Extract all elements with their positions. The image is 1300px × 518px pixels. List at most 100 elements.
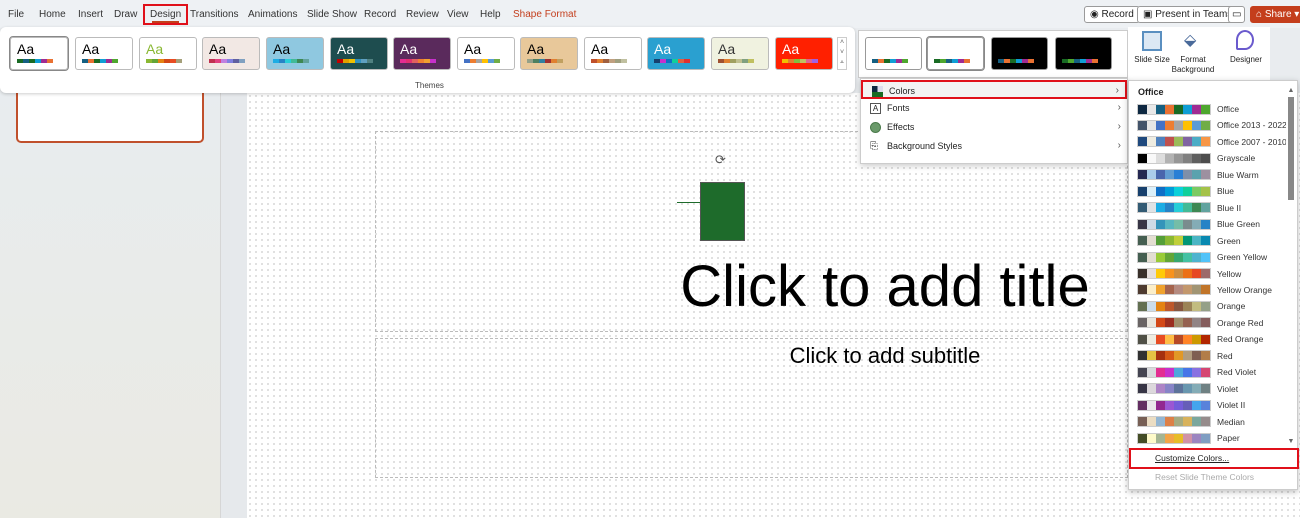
color-palette-option[interactable]: Yellow Orange (1137, 284, 1272, 296)
tab-review[interactable]: Review (406, 9, 439, 20)
color-palette-option[interactable]: Blue (1137, 185, 1234, 197)
more-icon[interactable]: ⩡ (840, 59, 844, 66)
palette-name: Median (1217, 416, 1245, 427)
color-palette-option[interactable]: Office 2007 - 2010 (1137, 136, 1287, 148)
palette-swatches (1137, 366, 1211, 378)
menu-item-effects[interactable]: Effects › (861, 118, 1127, 137)
color-palette-option[interactable]: Red (1137, 350, 1233, 362)
designer-button[interactable]: Designer (1224, 55, 1268, 64)
tab-help[interactable]: Help (480, 9, 501, 20)
palette-name: Yellow (1217, 268, 1242, 279)
menu-item-background-styles[interactable]: ⎘ Background Styles › (861, 137, 1127, 156)
palette-swatches (1137, 185, 1211, 197)
color-palette-option[interactable]: Grayscale (1137, 152, 1255, 164)
tab-insert[interactable]: Insert (78, 9, 103, 20)
pane-divider[interactable] (220, 93, 247, 518)
scroll-down-icon[interactable]: ˅ (840, 49, 844, 56)
chevron-right-icon: › (1117, 140, 1121, 151)
scroll-up-icon[interactable]: ▲ (1286, 87, 1296, 94)
share-button[interactable]: ⌂ Share ▾ (1250, 6, 1300, 23)
slide-thumbnail-1[interactable] (16, 85, 204, 143)
tab-draw[interactable]: Draw (114, 9, 137, 20)
color-palette-option[interactable]: Green Yellow (1137, 251, 1267, 263)
tab-view[interactable]: View (447, 9, 469, 20)
color-palette-option[interactable]: Office 2013 - 2022 (1137, 119, 1287, 131)
variant-swatches (872, 59, 908, 63)
color-palette-option[interactable]: Office (1137, 103, 1239, 115)
fonts-icon: A (870, 103, 881, 114)
slide-size-button[interactable]: Slide Size (1134, 55, 1170, 65)
format-background-button[interactable]: Format Background (1170, 55, 1216, 75)
theme-thumbnail[interactable]: Aa (139, 37, 197, 70)
tab-record[interactable]: Record (364, 9, 396, 20)
theme-sample-text: Aa (464, 41, 482, 57)
palette-name: Red Orange (1217, 334, 1264, 345)
gallery-scrollbar[interactable]: ▲ ▼ (1286, 87, 1296, 445)
theme-thumbnail[interactable]: Aa (775, 37, 833, 70)
scroll-up-icon[interactable]: ˄ (840, 39, 844, 46)
variant-thumbnail[interactable] (926, 36, 985, 71)
present-in-teams-button[interactable]: ▣ Present in Teams (1137, 6, 1239, 23)
theme-swatches (782, 59, 818, 63)
themes-scroll[interactable]: ˄ ˅ ⩡ (837, 37, 847, 70)
slide-size-icon (1142, 31, 1162, 51)
color-palette-option[interactable]: Orange Red (1137, 317, 1263, 329)
color-palette-option[interactable]: Blue II (1137, 202, 1241, 214)
color-palette-option[interactable]: Green (1137, 235, 1241, 247)
variant-thumbnail[interactable] (991, 37, 1048, 70)
rotate-handle-icon[interactable]: ⟳ (715, 152, 726, 168)
color-palette-option[interactable]: Yellow (1137, 268, 1241, 280)
palette-name: Office 2007 - 2010 (1217, 136, 1287, 147)
palette-swatches (1137, 300, 1211, 312)
theme-thumbnail[interactable]: Aa (9, 36, 69, 71)
tab-transitions[interactable]: Transitions (190, 9, 239, 20)
theme-thumbnail[interactable]: Aa (520, 37, 578, 70)
theme-thumbnail[interactable]: Aa (457, 37, 515, 70)
tab-file[interactable]: File (8, 9, 24, 20)
color-palette-option[interactable]: Blue Warm (1137, 169, 1259, 181)
theme-swatches (146, 59, 182, 63)
theme-thumbnail[interactable]: Aa (711, 37, 769, 70)
tab-animations[interactable]: Animations (248, 9, 297, 20)
menu-item-fonts[interactable]: A Fonts › (861, 99, 1127, 118)
theme-sample-text: Aa (82, 41, 100, 57)
scrollbar-thumb[interactable] (1288, 97, 1294, 200)
palette-swatches (1137, 169, 1211, 181)
variants-dropdown-menu: Colors › A Fonts › Effects › ⎘ Background Styles… (860, 78, 1128, 164)
tab-design[interactable]: Design (142, 4, 189, 25)
theme-thumbnail[interactable]: Aa (202, 37, 260, 70)
palette-name: Red (1217, 350, 1233, 361)
theme-thumbnail[interactable]: Aa (584, 37, 642, 70)
menu-item-label: Colors (889, 86, 916, 96)
variant-swatches (998, 59, 1034, 63)
theme-thumbnail[interactable]: Aa (75, 37, 133, 70)
theme-thumbnail[interactable]: Aa (647, 37, 705, 70)
color-palette-option[interactable]: Red Orange (1137, 333, 1263, 345)
themes-group-label: Themes (415, 81, 444, 90)
variant-thumbnail[interactable] (865, 37, 922, 70)
tab-slide-show[interactable]: Slide Show (307, 9, 357, 20)
color-palette-option[interactable]: Red Violet (1137, 366, 1256, 378)
color-palette-option[interactable]: Median (1137, 416, 1245, 428)
customize-colors-item[interactable]: Customize Colors... (1129, 448, 1299, 469)
format-background-icon: ⬙ (1184, 32, 1197, 49)
color-palette-option[interactable]: Orange (1137, 300, 1245, 312)
palette-swatches (1137, 350, 1211, 362)
scroll-down-icon[interactable]: ▼ (1286, 438, 1296, 445)
palette-name: Green (1217, 235, 1241, 246)
tab-shape-format[interactable]: Shape Format (513, 9, 576, 20)
green-rectangle-shape[interactable] (700, 182, 745, 241)
tab-home[interactable]: Home (39, 9, 66, 20)
comments-button[interactable]: ▭ (1228, 6, 1246, 23)
theme-thumbnail[interactable]: Aa (393, 37, 451, 70)
color-palette-option[interactable]: Paper (1137, 432, 1240, 444)
menu-item-colors[interactable]: Colors › (861, 80, 1127, 99)
theme-thumbnail[interactable]: Aa (266, 37, 324, 70)
theme-thumbnail[interactable]: Aa (330, 37, 388, 70)
color-palette-option[interactable]: Violet (1137, 383, 1238, 395)
variant-thumbnail[interactable] (1055, 37, 1112, 70)
record-button[interactable]: ◉ Record (1084, 6, 1140, 23)
theme-sample-text: Aa (400, 41, 418, 57)
color-palette-option[interactable]: Violet II (1137, 399, 1245, 411)
color-palette-option[interactable]: Blue Green (1137, 218, 1260, 230)
